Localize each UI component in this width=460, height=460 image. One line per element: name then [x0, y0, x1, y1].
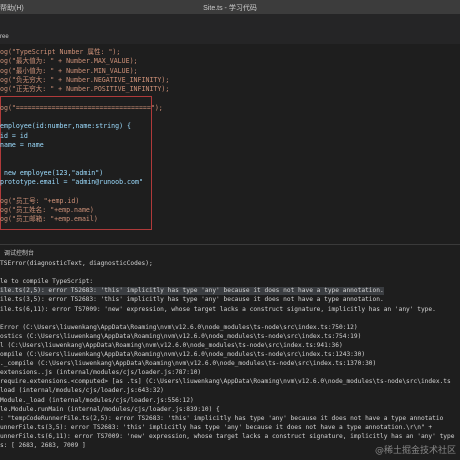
console-line: l (C:\Users\liuwenkang\AppData\Roaming\n…: [0, 341, 343, 349]
console-line: Module._load (internal/modules/cjs/loade…: [0, 396, 194, 404]
debug-console-output[interactable]: TSError(diagnosticText, diagnosticCodes)…: [0, 258, 460, 460]
editor-tab[interactable]: ree: [0, 34, 9, 40]
debug-console-tab[interactable]: 调试控制台: [4, 248, 34, 257]
console-line: s: [ 2683, 2683, 7009 ]: [0, 442, 86, 449]
code-editor[interactable]: og("TypeScript Number 属性: "); og("最大值为: "…: [0, 44, 460, 244]
console-line: load (internal/modules/cjs/loader.js:643…: [0, 387, 164, 395]
code-line: employee(id:number,name:string) {: [0, 122, 132, 131]
code-line: name = name: [0, 141, 44, 149]
code-line: og("员工邮箱: "+emp.email): [0, 215, 98, 224]
window-title: Site.ts - 学习代码: [203, 5, 257, 12]
code-line: og("==================================")…: [0, 103, 163, 112]
console-line: ompile (C:\Users\liuwenkang\AppData\Roam…: [0, 351, 366, 358]
console-line: ile.ts(2,5): error TS2683: 'this' implic…: [0, 287, 384, 296]
code-line: id = id: [0, 131, 28, 140]
console-line: extensions..js (internal/modules/cjs/loa…: [0, 369, 202, 377]
console-line: le.Module.runMain (internal/modules/cjs/…: [0, 405, 220, 413]
code-line: og("TypeScript Number 属性: ");: [0, 48, 121, 56]
debug-console-header: 调试控制台: [0, 245, 460, 257]
title-bar: 帮助(H) Site.ts - 学习代码: [0, 0, 460, 14]
console-line: ostics (C:\Users\liuwenkang\AppData\Roam…: [0, 332, 362, 340]
code-line: og("负无穷大: " + Number.NEGATIVE_INFINITY);: [0, 75, 170, 84]
code-line: prototype.email = "admin@runoob.com": [0, 178, 143, 187]
tab-bar: ree: [0, 14, 460, 45]
code-line: og("最小值为: " + Number.MIN_VALUE);: [0, 66, 138, 75]
console-line: ile.ts(6,11): error TS7009: 'new' expres…: [0, 305, 436, 313]
console-line: unnerFile.ts(3,5): error TS2683: 'this' …: [0, 423, 433, 431]
code-line: og("最大值为: " + Number.MAX_VALUE);: [0, 57, 138, 66]
console-line: : "tempCodeRunnerFile.ts(2,5): error TS2…: [0, 414, 444, 422]
console-line: ._compile (C:\Users\liuwenkang\AppData\R…: [0, 360, 377, 368]
code-line: og("正无穷大: " + Number.POSITIVE_INFINITY);: [0, 85, 170, 94]
console-line: Error (C:\Users\liuwenkang\AppData\Roami…: [0, 323, 358, 331]
code-line: new employee(123,"admin"): [0, 168, 104, 177]
console-line: unnerFile.ts(6,11): error TS7009: 'new' …: [0, 432, 455, 440]
code-line: og("员工号: "+emp.id): [0, 196, 80, 205]
console-line: require.extensions.<computed> [as .ts] (…: [0, 378, 451, 386]
console-line: ile.ts(3,5): error TS2683: 'this' implic…: [0, 296, 384, 304]
watermark: @稀土掘金技术社区: [374, 446, 456, 456]
console-line: TSError(diagnosticText, diagnosticCodes)…: [0, 260, 153, 267]
code-line: og("员工姓名: "+emp.name): [0, 206, 94, 215]
console-line: le to compile TypeScript:: [0, 278, 94, 286]
